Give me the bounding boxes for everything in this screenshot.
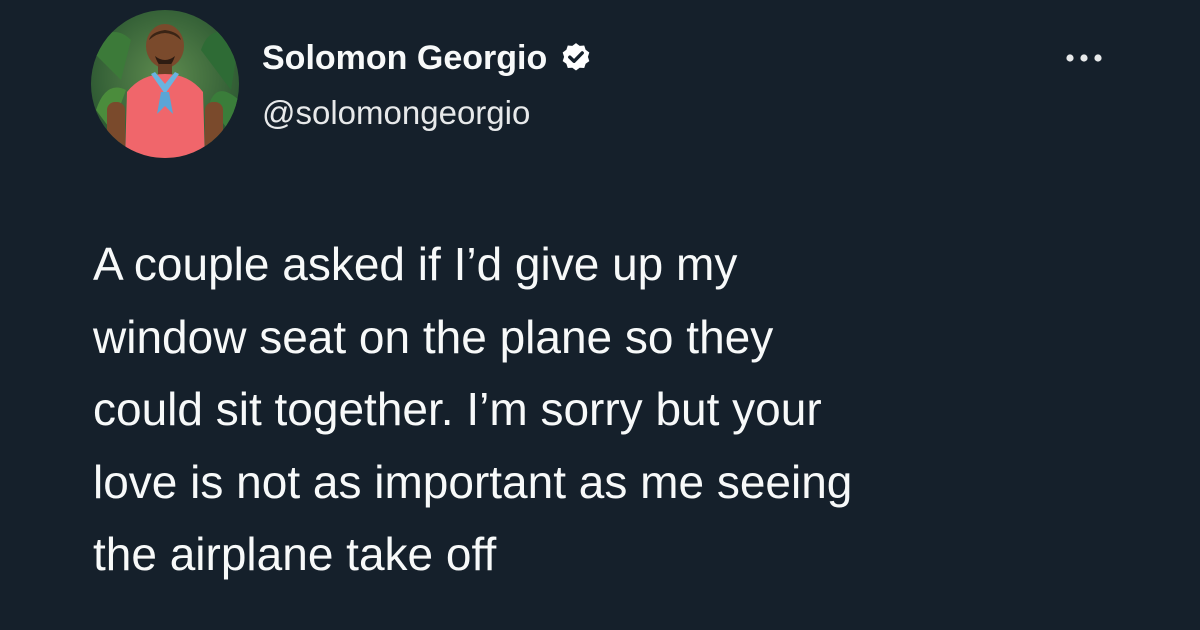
tweet-text: A couple asked if I’d give up my window … [93, 228, 1153, 591]
tweet-text-line: window seat on the plane so they [93, 310, 774, 363]
profile-photo-icon [91, 10, 239, 158]
verified-badge-icon [559, 41, 593, 75]
tweet-text-line: A couple asked if I’d give up my [93, 238, 738, 290]
author-display-name[interactable]: Solomon Georgio [262, 39, 547, 78]
author-name-row: Solomon Georgio [262, 38, 593, 78]
more-dots-icon [1066, 54, 1102, 62]
author-handle[interactable]: @solomongeorgio [262, 94, 530, 132]
tweet-card: Solomon Georgio @solomongeorgio A couple… [0, 0, 1200, 630]
more-options-button[interactable] [1058, 40, 1110, 76]
tweet-text-line: could sit together. I’m sorry but your [93, 383, 822, 435]
avatar[interactable] [91, 10, 239, 158]
tweet-text-line: love is not as important as me seeing [93, 455, 853, 508]
tweet-text-line: the airplane take off [93, 528, 497, 580]
